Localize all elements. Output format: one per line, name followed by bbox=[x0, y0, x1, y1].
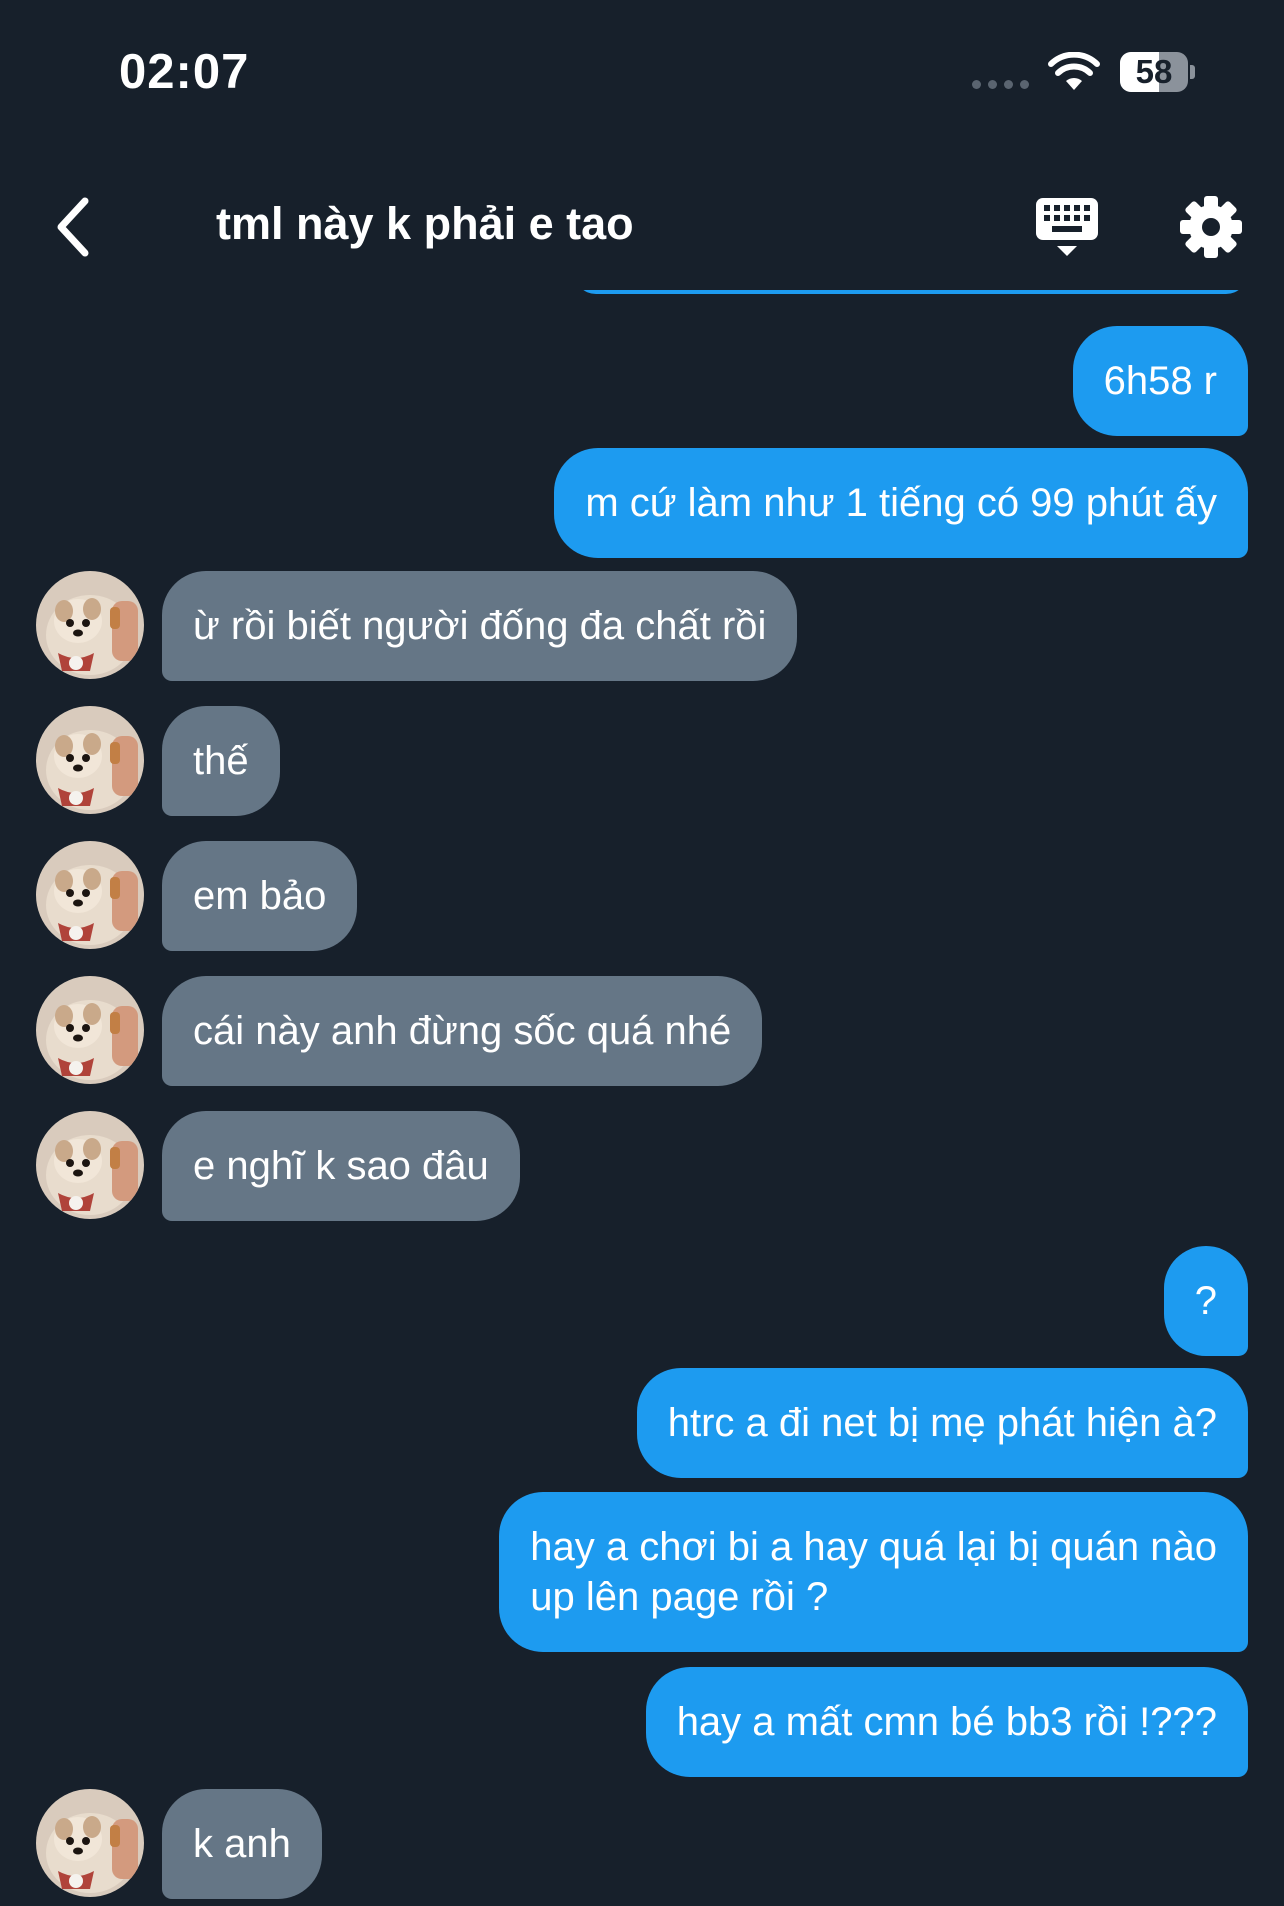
message-list[interactable]: 6h58 r m cứ làm như 1 tiếng có 99 phút ấy… bbox=[0, 290, 1284, 1906]
back-chevron-icon bbox=[57, 197, 89, 257]
status-time: 02:07 bbox=[119, 45, 250, 99]
battery-icon: 58 bbox=[1120, 52, 1195, 92]
message-bubble[interactable]: m cứ làm như 1 tiếng có 99 phút ấy bbox=[554, 448, 1248, 558]
avatar[interactable] bbox=[36, 841, 144, 949]
keyboard-toggle-button[interactable] bbox=[1032, 192, 1102, 262]
message-bubble[interactable]: 6h58 r bbox=[1072, 326, 1248, 436]
received-message[interactable]: k anh bbox=[36, 1789, 322, 1899]
message-bubble[interactable]: thế bbox=[162, 706, 280, 816]
gear-icon bbox=[1180, 196, 1242, 258]
message-bubble[interactable]: em bảo bbox=[162, 841, 358, 951]
avatar[interactable] bbox=[36, 571, 144, 679]
back-button[interactable] bbox=[38, 192, 108, 262]
dog-avatar-image bbox=[36, 1789, 144, 1897]
message-bubble[interactable]: hay a chơi bi a hay quá lại bị quán nào … bbox=[499, 1492, 1248, 1652]
received-message[interactable]: em bảo bbox=[36, 841, 358, 951]
received-message[interactable]: e nghĩ k sao đâu bbox=[36, 1111, 520, 1221]
dog-avatar-image bbox=[36, 841, 144, 949]
avatar[interactable] bbox=[36, 1111, 144, 1219]
message-bubble[interactable]: cái này anh đừng sốc quá nhé bbox=[162, 976, 763, 1086]
message-bubble[interactable]: ? bbox=[1163, 1246, 1248, 1356]
message-bubble[interactable]: e nghĩ k sao đâu bbox=[162, 1111, 520, 1221]
dog-avatar-image bbox=[36, 976, 144, 1084]
sent-message[interactable]: m cứ làm như 1 tiếng có 99 phút ấy bbox=[554, 448, 1248, 558]
sent-message[interactable]: htrc a đi net bị mẹ phát hiện à? bbox=[636, 1368, 1248, 1478]
battery-level: 58 bbox=[1135, 53, 1173, 90]
status-bar: 02:07 58 bbox=[0, 0, 1284, 150]
avatar[interactable] bbox=[36, 1789, 144, 1897]
settings-button[interactable] bbox=[1176, 192, 1246, 262]
dog-avatar-image bbox=[36, 571, 144, 679]
avatar[interactable] bbox=[36, 976, 144, 1084]
avatar[interactable] bbox=[36, 706, 144, 814]
keyboard-icon bbox=[1036, 198, 1098, 256]
received-message[interactable]: thế bbox=[36, 706, 280, 816]
chat-title: tml này k phải e tao bbox=[216, 198, 634, 249]
wifi-icon bbox=[1048, 52, 1100, 90]
sent-message[interactable]: hay a mất cmn bé bb3 rồi !??? bbox=[645, 1667, 1248, 1777]
received-message[interactable]: ừ rồi biết người đống đa chất rồi bbox=[36, 571, 798, 681]
received-message[interactable]: cái này anh đừng sốc quá nhé bbox=[36, 976, 763, 1086]
message-bubble[interactable]: k anh bbox=[162, 1789, 322, 1899]
previous-message-bubble bbox=[574, 290, 1248, 294]
sent-message[interactable]: hay a chơi bi a hay quá lại bị quán nào … bbox=[499, 1492, 1248, 1652]
message-bubble[interactable]: hay a mất cmn bé bb3 rồi !??? bbox=[645, 1667, 1248, 1777]
chat-header: tml này k phải e tao bbox=[0, 170, 1284, 280]
sent-message[interactable]: ? bbox=[1163, 1246, 1248, 1356]
dog-avatar-image bbox=[36, 706, 144, 814]
signal-dots-icon bbox=[972, 80, 1029, 89]
message-bubble[interactable]: htrc a đi net bị mẹ phát hiện à? bbox=[636, 1368, 1248, 1478]
sent-message[interactable]: 6h58 r bbox=[1072, 326, 1248, 436]
dog-avatar-image bbox=[36, 1111, 144, 1219]
message-bubble[interactable]: ừ rồi biết người đống đa chất rồi bbox=[162, 571, 798, 681]
